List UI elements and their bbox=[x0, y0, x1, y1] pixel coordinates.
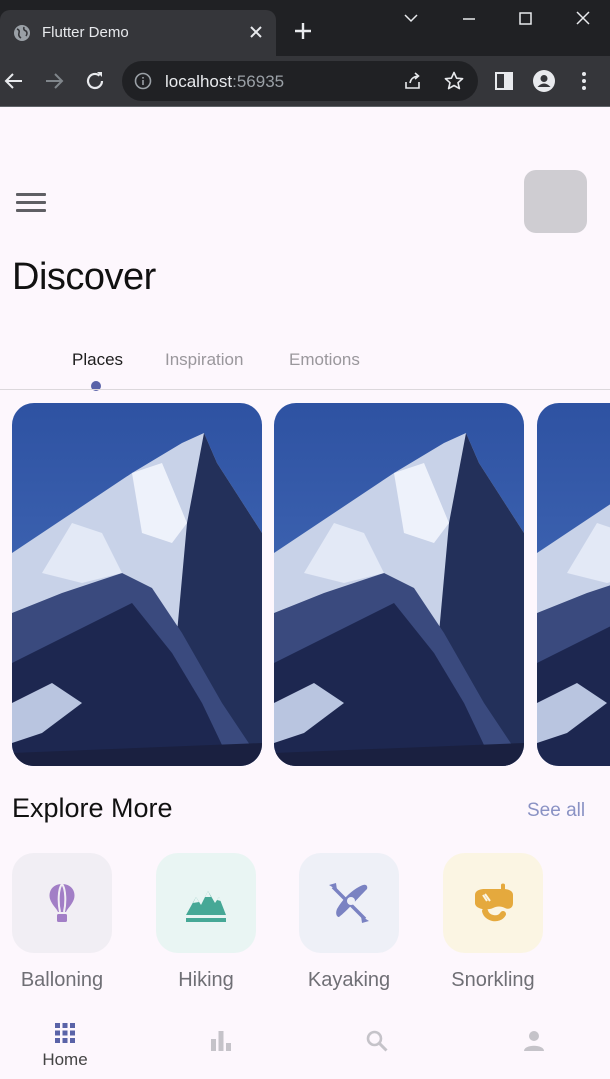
place-card[interactable] bbox=[12, 403, 262, 766]
nav-label: Home bbox=[42, 1050, 88, 1069]
side-panel-icon[interactable] bbox=[492, 69, 516, 93]
place-card[interactable] bbox=[274, 403, 524, 766]
address-bar[interactable]: localhost:56935 bbox=[122, 61, 478, 101]
places-carousel[interactable] bbox=[0, 403, 610, 766]
search-icon bbox=[366, 1030, 388, 1052]
tab-inspiration[interactable]: Inspiration bbox=[165, 350, 243, 370]
browser-toolbar: localhost:56935 bbox=[0, 56, 610, 106]
chevron-down-icon[interactable] bbox=[396, 6, 426, 32]
category-snorkling[interactable] bbox=[443, 853, 543, 953]
close-icon[interactable] bbox=[246, 22, 266, 42]
section-title: Explore More bbox=[12, 793, 173, 823]
divider bbox=[0, 106, 610, 107]
tab-title: Flutter Demo bbox=[42, 24, 129, 41]
reload-icon[interactable] bbox=[83, 69, 107, 93]
forward-icon[interactable] bbox=[42, 69, 66, 93]
url-text: localhost:56935 bbox=[165, 72, 285, 91]
hamburger-line bbox=[16, 201, 46, 204]
browser-tab-strip: Flutter Demo bbox=[0, 0, 610, 56]
share-icon[interactable] bbox=[402, 70, 424, 92]
category-hiking[interactable] bbox=[156, 853, 256, 953]
maximize-icon[interactable] bbox=[510, 6, 540, 32]
back-icon[interactable] bbox=[2, 69, 26, 93]
page-title: Discover bbox=[12, 256, 156, 298]
browser-tab[interactable]: Flutter Demo bbox=[0, 10, 276, 56]
nav-stats[interactable] bbox=[171, 1007, 271, 1079]
tab-places[interactable]: Places bbox=[72, 350, 123, 370]
profile-icon[interactable] bbox=[532, 69, 556, 93]
hamburger-line bbox=[16, 209, 46, 212]
star-icon[interactable] bbox=[443, 70, 465, 92]
more-vert-icon[interactable] bbox=[572, 69, 596, 93]
grid-icon bbox=[55, 1023, 75, 1043]
category-label: Hiking bbox=[178, 969, 234, 991]
person-icon bbox=[524, 1031, 544, 1051]
kayak-icon bbox=[329, 883, 369, 923]
nav-profile[interactable] bbox=[484, 1007, 584, 1079]
hamburger-icon bbox=[16, 193, 46, 196]
bottom-navigation: Home bbox=[0, 1007, 610, 1079]
menu-button[interactable] bbox=[10, 186, 52, 222]
minimize-icon[interactable] bbox=[454, 6, 484, 32]
tabs-divider bbox=[0, 389, 610, 390]
nav-search[interactable] bbox=[327, 1007, 427, 1079]
avatar[interactable] bbox=[524, 170, 587, 233]
mountain-photo bbox=[274, 403, 524, 766]
mountain-photo bbox=[537, 403, 610, 766]
category-label: Snorkling bbox=[451, 969, 535, 991]
info-icon[interactable] bbox=[134, 72, 152, 90]
tab-emotions[interactable]: Emotions bbox=[289, 350, 360, 370]
tab-bar: Places Inspiration Emotions bbox=[0, 340, 610, 391]
bar-chart-icon bbox=[211, 1031, 231, 1051]
category-label: Kayaking bbox=[307, 969, 391, 991]
globe-icon bbox=[14, 25, 30, 41]
hot-air-balloon-icon bbox=[49, 883, 75, 922]
close-window-icon[interactable] bbox=[568, 6, 598, 32]
snorkel-mask-icon bbox=[475, 883, 513, 922]
mountain-photo bbox=[12, 403, 262, 766]
category-kayaking[interactable] bbox=[299, 853, 399, 953]
mountains-icon bbox=[186, 891, 226, 922]
new-tab-icon[interactable] bbox=[292, 20, 314, 42]
see-all-link[interactable]: See all bbox=[527, 800, 585, 822]
place-card[interactable] bbox=[537, 403, 610, 766]
nav-home[interactable]: Home bbox=[15, 1007, 115, 1079]
category-label: Balloning bbox=[20, 969, 104, 991]
category-balloning[interactable] bbox=[12, 853, 112, 953]
